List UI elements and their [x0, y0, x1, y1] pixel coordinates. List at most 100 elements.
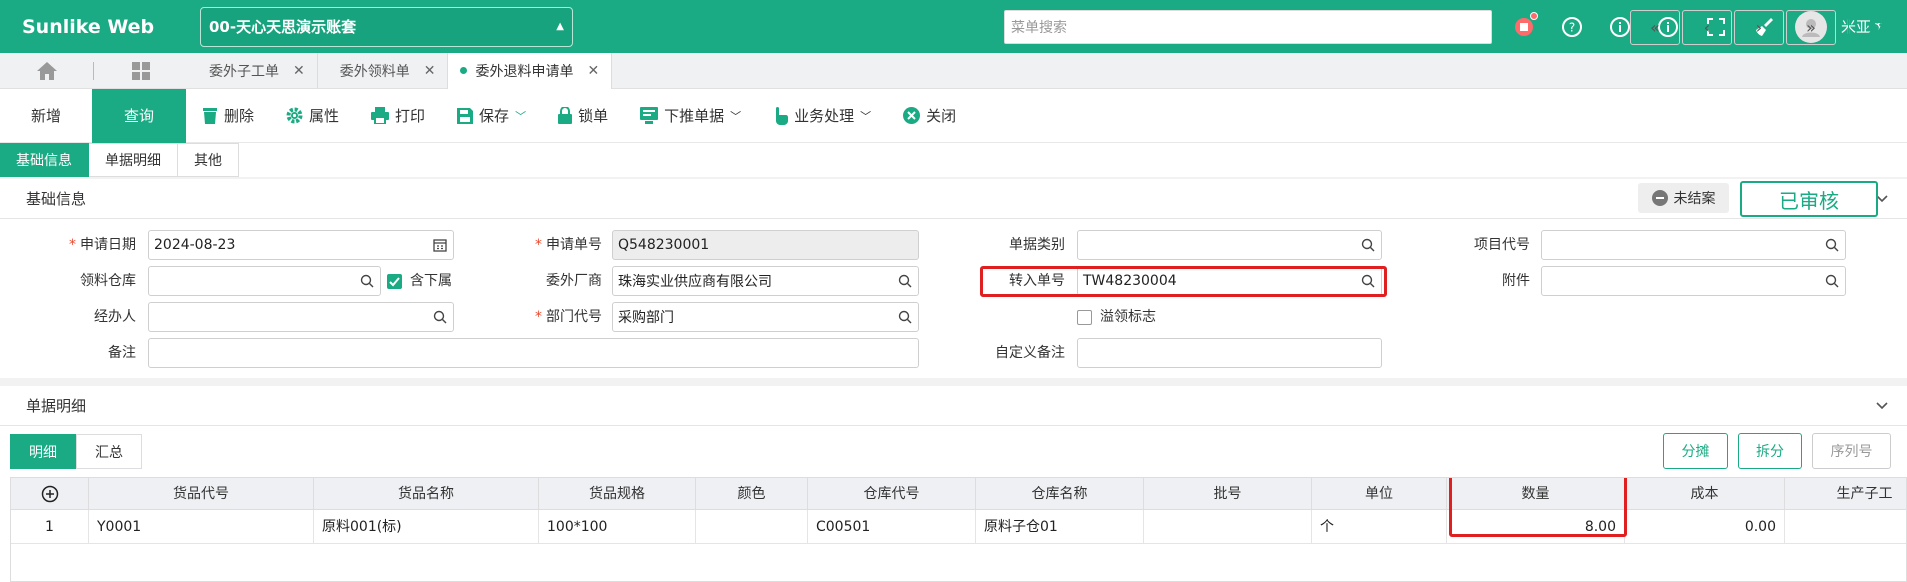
- trash-icon: [203, 108, 217, 124]
- tab-basic-info[interactable]: 基础信息: [0, 143, 89, 177]
- search-icon: [898, 274, 912, 288]
- new-button[interactable]: 新增: [0, 89, 92, 143]
- warehouse-label: 领料仓库: [80, 273, 136, 289]
- gear-icon: [286, 107, 303, 124]
- dept-field[interactable]: 采购部门: [612, 302, 919, 332]
- search-icon: [898, 310, 912, 324]
- cell-spec[interactable]: 100*100: [539, 510, 696, 544]
- properties-button[interactable]: 属性: [270, 89, 355, 143]
- col-header[interactable]: 单位: [1312, 478, 1447, 510]
- next-record-button[interactable]: ›: [1734, 10, 1784, 45]
- search-icon: [1361, 238, 1375, 252]
- printer-icon: [371, 107, 390, 124]
- apps-grid-icon[interactable]: [94, 53, 187, 89]
- query-button[interactable]: 查询: [92, 88, 186, 143]
- menu-search-input[interactable]: 菜单搜索: [1004, 10, 1492, 44]
- tab-outsource-return-request[interactable]: 委外退料申请单 ✕: [448, 52, 613, 89]
- warehouse-field[interactable]: [148, 266, 381, 296]
- delete-button[interactable]: 删除: [186, 89, 270, 143]
- lock-button[interactable]: 锁单: [542, 89, 624, 143]
- qty-column-highlight: [1449, 478, 1627, 537]
- add-row-icon[interactable]: [11, 478, 89, 510]
- close-icon[interactable]: ✕: [293, 63, 305, 79]
- doc-type-label: 单据类别: [1009, 237, 1065, 253]
- close-icon[interactable]: ✕: [587, 63, 599, 79]
- account-name: 00-天心天思演示账套: [209, 18, 357, 36]
- first-record-button[interactable]: «: [1630, 10, 1680, 45]
- close-icon[interactable]: ✕: [424, 63, 436, 79]
- custom-remark-label: 自定义备注: [995, 345, 1065, 361]
- cell-unit[interactable]: 个: [1312, 510, 1447, 544]
- chevron-down-icon: [1876, 402, 1888, 410]
- apply-no-field: Q548230001: [612, 230, 919, 260]
- apply-date-field[interactable]: 2024-08-23: [148, 230, 454, 260]
- calendar-icon: [433, 239, 447, 252]
- remark-label: 备注: [108, 345, 136, 361]
- col-header[interactable]: 颜色: [696, 478, 808, 510]
- account-selector[interactable]: 00-天心天思演示账套 ▲: [200, 6, 573, 47]
- serial-button[interactable]: 序列号: [1812, 433, 1891, 469]
- include-sub-checkbox[interactable]: [387, 274, 402, 289]
- col-header[interactable]: 生产子工: [1785, 478, 1906, 510]
- prev-record-button[interactable]: ‹: [1682, 10, 1732, 45]
- dept-label: * 部门代号: [535, 309, 602, 325]
- status-badge: 未结案: [1638, 183, 1729, 213]
- transfer-no-highlight: [980, 266, 1387, 297]
- cell-name[interactable]: 原料001(标): [314, 510, 539, 544]
- close-button[interactable]: 关闭: [887, 89, 972, 143]
- remark-field[interactable]: [148, 338, 919, 368]
- cell-sub[interactable]: [1785, 510, 1906, 544]
- cell-code[interactable]: Y0001: [89, 510, 314, 544]
- split-button[interactable]: 拆分: [1738, 433, 1802, 469]
- notification-icon[interactable]: [1500, 0, 1548, 53]
- cell-cost[interactable]: 0.00: [1625, 510, 1785, 544]
- tab-outsource-sub-order[interactable]: 委外子工单 ✕: [187, 52, 318, 89]
- search-icon: [360, 274, 374, 288]
- handler-field[interactable]: [148, 302, 454, 332]
- vendor-field[interactable]: 珠海实业供应商有限公司: [612, 266, 919, 296]
- last-record-button[interactable]: »: [1786, 10, 1836, 45]
- col-header[interactable]: 仓库代号: [808, 478, 976, 510]
- allocate-button[interactable]: 分摊: [1663, 433, 1728, 469]
- detail-tabs: 明细 汇总: [10, 434, 142, 469]
- tab-summary[interactable]: 汇总: [76, 434, 142, 469]
- left-icon: ‹: [1703, 18, 1711, 37]
- settings-button[interactable]: [1848, 10, 1901, 45]
- help-icon[interactable]: ?: [1548, 0, 1596, 53]
- col-header[interactable]: 货品代号: [89, 478, 314, 510]
- tab-doc-detail[interactable]: 单据明细: [89, 143, 178, 177]
- col-header[interactable]: 货品规格: [539, 478, 696, 510]
- push-down-button[interactable]: 下推单据 ﹀: [624, 89, 757, 143]
- chevron-down-icon: ﹀: [860, 109, 872, 123]
- tab-other[interactable]: 其他: [178, 143, 239, 177]
- tab-detail[interactable]: 明细: [10, 434, 76, 469]
- overflow-checkbox[interactable]: [1077, 310, 1092, 325]
- save-button[interactable]: 保存 ﹀: [441, 89, 542, 143]
- business-button[interactable]: 业务处理 ﹀: [757, 89, 887, 143]
- cell-wh-name[interactable]: 原料子仓01: [976, 510, 1144, 544]
- col-header[interactable]: 批号: [1144, 478, 1312, 510]
- gear-icon: [1866, 19, 1883, 36]
- cell-color[interactable]: [696, 510, 808, 544]
- custom-remark-field[interactable]: [1077, 338, 1382, 368]
- col-header[interactable]: 货品名称: [314, 478, 539, 510]
- tab-outsource-picking[interactable]: 委外领料单 ✕: [318, 52, 449, 89]
- detail-header[interactable]: 单据明细: [0, 386, 1907, 426]
- col-header[interactable]: 成本: [1625, 478, 1785, 510]
- approved-stamp: 已审核: [1740, 181, 1878, 217]
- home-icon[interactable]: [0, 53, 93, 89]
- print-button[interactable]: 打印: [355, 89, 441, 143]
- search-icon: [433, 310, 447, 324]
- brand-logo: Sunlike Web: [22, 15, 155, 38]
- lock-icon: [558, 107, 573, 124]
- basic-info-header[interactable]: 基础信息: [0, 179, 1907, 219]
- cell-batch[interactable]: [1144, 510, 1312, 544]
- project-field[interactable]: [1541, 230, 1846, 260]
- attachment-field[interactable]: [1541, 266, 1846, 296]
- col-header[interactable]: 仓库名称: [976, 478, 1144, 510]
- project-label: 项目代号: [1474, 237, 1530, 253]
- svg-text:?: ?: [1569, 20, 1575, 34]
- cell-wh-code[interactable]: C00501: [808, 510, 976, 544]
- chevron-down-icon: ﹀: [515, 109, 527, 123]
- doc-type-field[interactable]: [1077, 230, 1382, 260]
